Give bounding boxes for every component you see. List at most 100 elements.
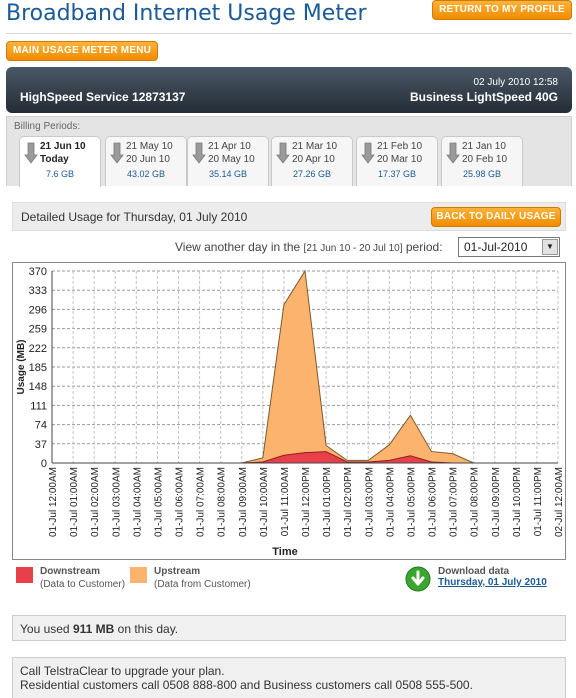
billing-periods-label: Billing Periods: (14, 121, 81, 132)
billing-period-tab[interactable]: 21 Jun 10 Today 7.6 GB (19, 136, 101, 187)
page-title: Broadband Internet Usage Meter (6, 1, 367, 26)
period-end: 20 Apr 10 (292, 154, 335, 165)
period-start: 21 Feb 10 (377, 141, 423, 152)
detail-title: Detailed Usage for Thursday, 01 July 201… (21, 210, 248, 224)
down-arrow-icon (361, 142, 375, 164)
period-end: 20 Mar 10 (377, 154, 423, 165)
x-tick-label: 01-Jul 03:00AM (111, 467, 122, 537)
upgrade-line2: Residential customers call 0508 888-800 … (20, 678, 473, 692)
x-tick-label: 01-Jul 07:00AM (196, 467, 207, 537)
x-tick-label: 01-Jul 12:00AM (48, 467, 59, 537)
date-select-value: 01-Jul-2010 (464, 240, 528, 254)
y-tick-label: 111 (30, 400, 47, 412)
y-tick-label: 185 (29, 362, 47, 374)
period-usage: 7.6 GB (45, 169, 74, 179)
x-tick-label: 01-Jul 01:00PM (322, 467, 333, 537)
period-start: 21 Jun 10 (40, 141, 86, 152)
main-menu-button[interactable]: MAIN USAGE METER MENU (6, 41, 158, 61)
period-start: 21 May 10 (126, 141, 173, 152)
x-tick-label: 01-Jul 07:00PM (449, 467, 460, 537)
view-period: [21 Jun 10 - 20 Jul 10] (303, 243, 403, 254)
x-tick-label: 01-Jul 10:00PM (512, 467, 523, 537)
period-usage: 17.37 GB (377, 169, 417, 179)
x-tick-label: 01-Jul 02:00PM (343, 467, 354, 537)
billing-period-tab[interactable]: 21 Mar 10 20 Apr 10 27.26 GB (271, 136, 353, 186)
x-tick-label: 01-Jul 12:00PM (301, 467, 312, 537)
upgrade-line1: Call TelstraClear to upgrade your plan. (20, 664, 225, 678)
downstream-desc: (Data to Customer) (40, 579, 126, 590)
x-tick-label: 01-Jul 10:00AM (259, 467, 270, 537)
usage-chart-svg: 0 37 74 111 148 185 222 259 296 333 370 01-Jul 12:0… (16, 266, 565, 558)
x-tick-label: 01-Jul 01:00AM (69, 467, 80, 537)
y-tick-label: 370 (29, 266, 47, 278)
download-arrow-icon[interactable] (405, 566, 431, 592)
upgrade-notice: Call TelstraClear to upgrade your plan. … (12, 657, 566, 698)
date-select[interactable]: 01-Jul-2010 ▼ (458, 237, 560, 257)
summary-prefix: You used (20, 622, 70, 636)
y-tick-label: 0 (41, 458, 47, 470)
y-axis-label: Usage (MB) (16, 339, 27, 394)
x-tick-label: 01-Jul 05:00AM (153, 467, 164, 537)
banner-datetime: 02 July 2010 12:58 (473, 77, 558, 88)
downstream-label: Downstream (40, 566, 101, 577)
x-tick-label: 01-Jul 06:00PM (428, 467, 439, 537)
period-start: 21 Jan 10 (462, 141, 506, 152)
back-to-daily-usage-button[interactable]: BACK TO DAILY USAGE (431, 207, 561, 227)
y-tick-label: 74 (35, 420, 47, 432)
plan-name: Business LightSpeed 40G (409, 90, 558, 104)
download-data: Download data Thursday, 01 July 2010 (405, 566, 570, 596)
view-suffix: period: (405, 240, 443, 254)
x-tick-label: 02-Jul 12:00AM (554, 467, 565, 537)
view-another-day: View another day in the [21 Jun 10 - 20 … (175, 240, 443, 254)
download-link[interactable]: Thursday, 01 July 2010 (438, 577, 547, 588)
x-tick-label: 01-Jul 09:00AM (238, 467, 249, 537)
period-end: 20 Feb 10 (462, 154, 508, 165)
x-tick-label: 01-Jul 08:00PM (470, 467, 481, 537)
down-arrow-icon (192, 142, 206, 164)
x-tick-label: 01-Jul 09:00PM (491, 467, 502, 537)
billing-period-tab[interactable]: 21 Jan 10 20 Feb 10 25.98 GB (441, 136, 523, 186)
period-end: Today (40, 154, 69, 165)
x-tick-label: 01-Jul 08:00AM (217, 467, 228, 537)
usage-chart: 0 37 74 111 148 185 222 259 296 333 370 01-Jul 12:0… (12, 262, 566, 560)
x-tick-label: 01-Jul 05:00PM (406, 467, 417, 537)
down-arrow-icon (24, 142, 38, 164)
down-arrow-icon (110, 142, 124, 164)
return-to-profile-button[interactable]: RETURN TO MY PROFILE (432, 0, 572, 20)
period-usage: 27.26 GB (292, 169, 332, 179)
period-start: 21 Mar 10 (292, 141, 338, 152)
download-label: Download data (438, 566, 510, 577)
x-tick-label: 01-Jul 04:00PM (385, 467, 396, 537)
header-divider (6, 33, 572, 34)
x-tick-label: 01-Jul 11:00AM (280, 467, 291, 536)
period-end: 20 May 10 (208, 154, 255, 165)
chevron-down-icon[interactable]: ▼ (542, 239, 558, 255)
period-start: 21 Apr 10 (208, 141, 251, 152)
legend-upstream: Upstream (Data from Customer) (130, 566, 260, 596)
x-tick-label: 01-Jul 02:00AM (90, 467, 101, 537)
billing-period-tab[interactable]: 21 Feb 10 20 Mar 10 17.37 GB (356, 136, 438, 186)
period-end: 20 Jun 10 (126, 154, 170, 165)
x-axis-label: Time (272, 546, 297, 558)
y-tick-label: 37 (35, 439, 47, 451)
downstream-area (52, 451, 558, 464)
usage-summary: You used 911 MB on this day. (12, 615, 566, 641)
x-tick-label: 01-Jul 04:00AM (132, 467, 143, 537)
legend-downstream: Downstream (Data to Customer) (16, 566, 136, 596)
billing-period-tab[interactable]: 21 May 10 20 Jun 10 43.02 GB (105, 136, 187, 186)
billing-period-tab[interactable]: 21 Apr 10 20 May 10 35.14 GB (187, 136, 269, 186)
down-arrow-icon (446, 142, 460, 164)
upstream-label: Upstream (154, 566, 201, 577)
y-tick-label: 148 (29, 381, 47, 393)
down-arrow-icon (276, 142, 290, 164)
x-tick-label: 01-Jul 03:00PM (364, 467, 375, 537)
account-banner: HighSpeed Service 12873137 02 July 2010 … (6, 67, 572, 113)
view-prefix: View another day in the (175, 240, 301, 254)
period-usage: 25.98 GB (462, 169, 502, 179)
service-name: HighSpeed Service 12873137 (20, 90, 186, 104)
x-tick-label: 01-Jul 11:00PM (533, 467, 544, 536)
x-tick-label: 01-Jul 06:00AM (175, 467, 186, 537)
upstream-swatch (130, 567, 147, 583)
billing-periods: Billing Periods: 21 Jun 10 Today 7.6 GB 21 … (6, 116, 572, 187)
y-tick-label: 259 (29, 324, 47, 336)
